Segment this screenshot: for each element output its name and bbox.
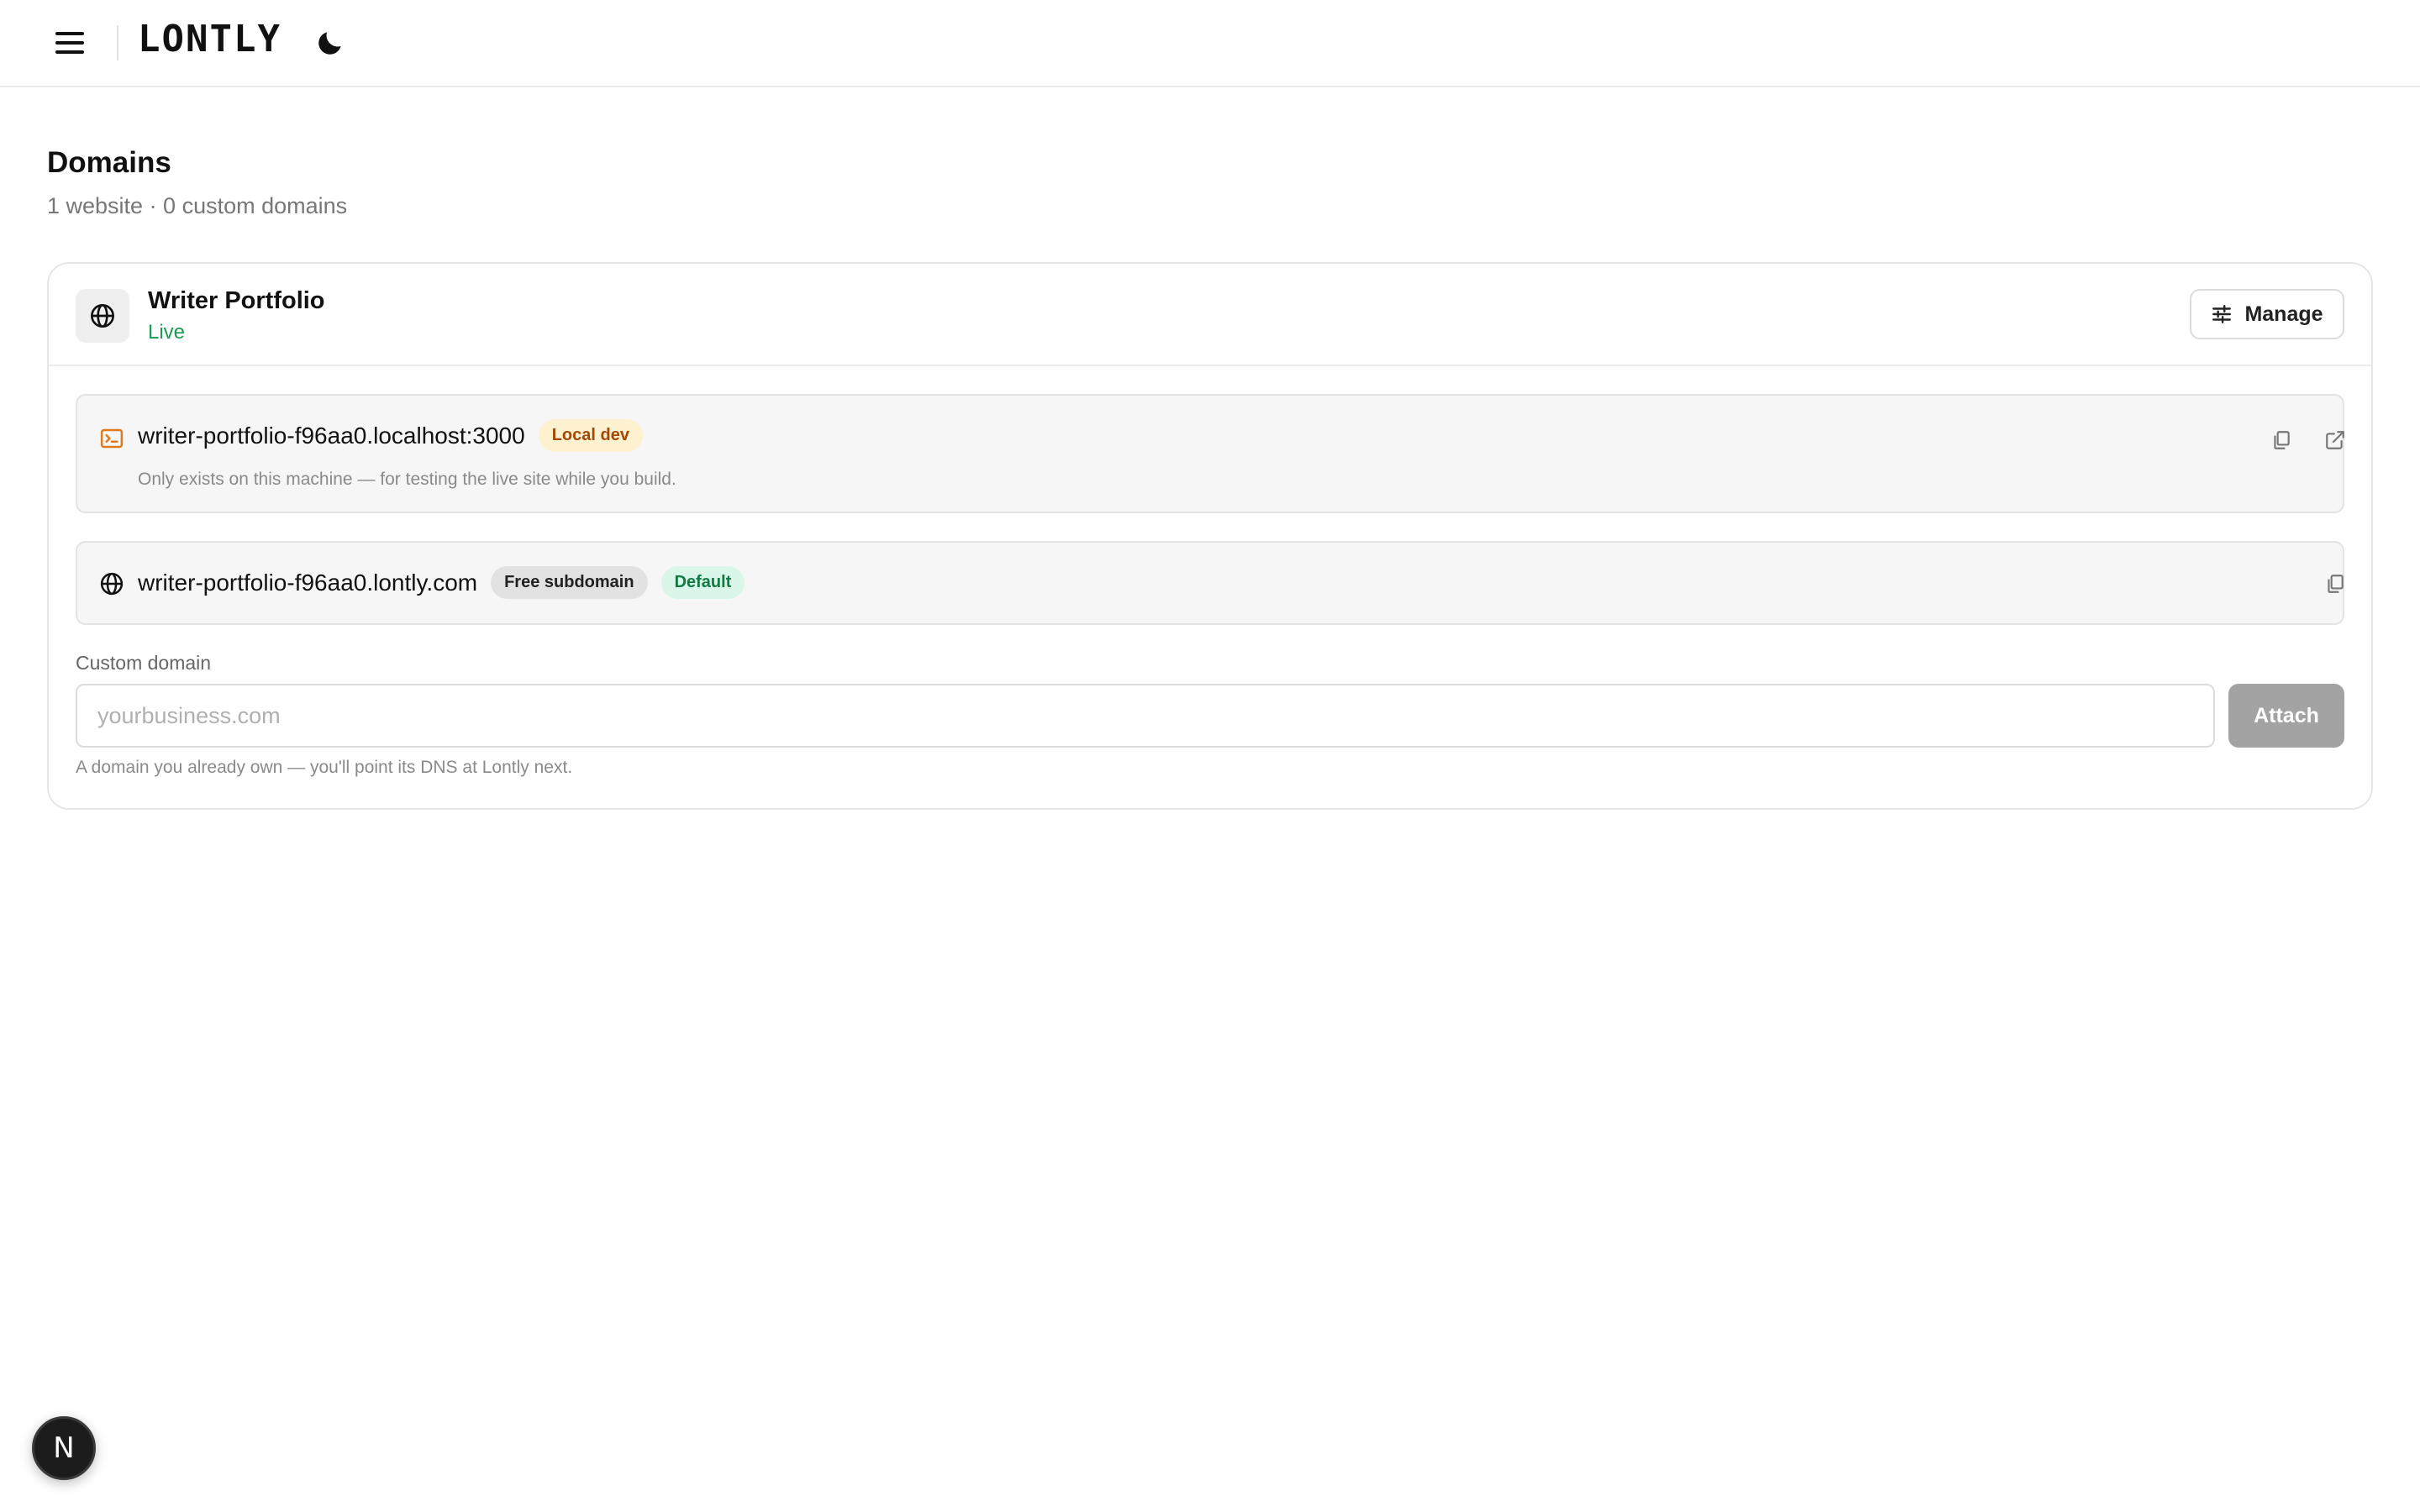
website-card: Writer Portfolio Live Manage writer-port bbox=[47, 262, 2373, 810]
page-title: Domains bbox=[47, 146, 171, 179]
website-card-header: Writer Portfolio Live Manage bbox=[49, 264, 2371, 366]
custom-domain-input[interactable] bbox=[76, 684, 2215, 748]
globe-icon bbox=[76, 289, 129, 343]
default-badge: Default bbox=[660, 566, 745, 599]
status-badge: Live bbox=[148, 321, 186, 344]
domain-note: Only exists on this machine — for testin… bbox=[138, 470, 676, 489]
manage-button[interactable]: Manage bbox=[2190, 289, 2344, 339]
custom-domain-label: Custom domain bbox=[76, 652, 212, 674]
free-subdomain-badge: Free subdomain bbox=[491, 566, 648, 599]
hamburger-menu-icon[interactable] bbox=[50, 25, 89, 60]
sliders-icon bbox=[2212, 305, 2232, 323]
external-link-icon[interactable] bbox=[2321, 426, 2349, 454]
domain-row-subdomain: writer-portfolio-f96aa0.lontly.com Free … bbox=[76, 541, 2344, 625]
page-subtitle: 1 website · 0 custom domains bbox=[47, 193, 348, 218]
globe-icon bbox=[99, 571, 124, 596]
copy-icon[interactable] bbox=[2267, 426, 2296, 454]
moon-icon[interactable] bbox=[314, 27, 346, 59]
top-bar: LONTLY bbox=[0, 0, 2420, 87]
logo[interactable]: LONTLY bbox=[138, 18, 281, 60]
copy-icon[interactable] bbox=[2321, 570, 2349, 598]
dev-tools-badge[interactable]: N bbox=[32, 1416, 96, 1480]
attach-button[interactable]: Attach bbox=[2228, 684, 2344, 748]
custom-domain-hint: A domain you already own — you'll point … bbox=[76, 758, 573, 777]
domain-row-local: writer-portfolio-f96aa0.localhost:3000 L… bbox=[76, 394, 2344, 513]
domain-line: writer-portfolio-f96aa0.lontly.com Free … bbox=[138, 566, 745, 599]
domain-host: writer-portfolio-f96aa0.localhost:3000 bbox=[138, 422, 525, 449]
domain-host: writer-portfolio-f96aa0.lontly.com bbox=[138, 569, 478, 596]
website-name: Writer Portfolio bbox=[148, 287, 325, 314]
domain-line: writer-portfolio-f96aa0.localhost:3000 L… bbox=[138, 419, 643, 452]
local-dev-badge: Local dev bbox=[538, 419, 643, 452]
manage-button-label: Manage bbox=[2244, 302, 2323, 326]
divider bbox=[117, 25, 118, 60]
terminal-icon bbox=[99, 426, 124, 451]
